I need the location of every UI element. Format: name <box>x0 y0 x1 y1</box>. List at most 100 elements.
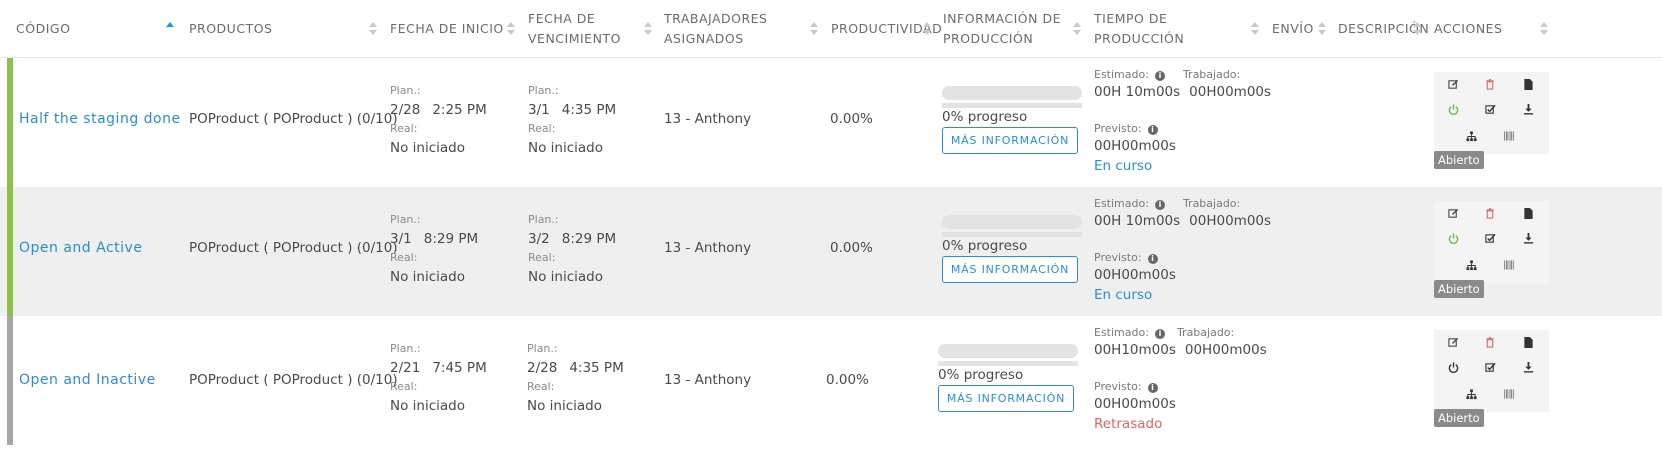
due-date-cell: Plan.: 3/1 4:35 PM Real: No iniciado <box>528 82 616 158</box>
real-label: Real: <box>390 251 418 264</box>
sort-icon[interactable] <box>810 22 819 36</box>
edit-icon[interactable] <box>1443 203 1463 223</box>
productivity-text: 0.00% <box>830 240 873 256</box>
delete-icon[interactable] <box>1480 203 1500 223</box>
column-header-workers[interactable]: TRABAJADORES ASIGNADOS <box>664 0 794 58</box>
forecast-time: 00H00m00s <box>1094 138 1176 154</box>
worked-time: 00H00m00s <box>1189 213 1272 229</box>
info-icon[interactable]: i <box>1147 254 1158 264</box>
checklist-icon[interactable] <box>1480 99 1500 119</box>
barcode-icon[interactable] <box>1499 384 1519 404</box>
order-code-link[interactable]: Half the staging done <box>19 111 181 127</box>
power-icon[interactable] <box>1443 357 1463 377</box>
workers-text: 13 - Anthony <box>664 372 752 388</box>
column-header-info[interactable]: INFORMACIÓN DE PRODUCCIÓN <box>943 0 1068 58</box>
real-label: Real: <box>528 251 556 264</box>
download-icon[interactable] <box>1518 228 1538 248</box>
due-date-cell: Plan.: 2/28 4:35 PM Real: No iniciado <box>527 340 624 416</box>
order-code-link[interactable]: Open and Inactive <box>19 372 156 388</box>
column-header-due-date[interactable]: FECHA DE VENCIMIENTO <box>528 0 646 58</box>
hierarchy-icon[interactable] <box>1461 255 1481 275</box>
barcode-icon[interactable] <box>1499 126 1519 146</box>
hierarchy-icon[interactable] <box>1461 384 1481 404</box>
column-header-products[interactable]: PRODUCTOS <box>189 0 359 58</box>
production-orders-table: CÓDIGO PRODUCTOS FECHA DE INICIO FECHA D… <box>0 0 1662 469</box>
progress-bar <box>942 86 1082 108</box>
download-icon[interactable] <box>1518 357 1538 377</box>
real-start: No iniciado <box>390 398 465 414</box>
power-icon[interactable] <box>1443 99 1463 119</box>
sort-icon[interactable] <box>369 22 378 36</box>
start-date-cell: Plan.: 2/21 7:45 PM Real: No iniciado <box>390 340 487 416</box>
progress-track-underline <box>942 232 1082 237</box>
delete-icon[interactable] <box>1480 332 1500 352</box>
checklist-icon[interactable] <box>1480 357 1500 377</box>
column-header-code[interactable]: CÓDIGO <box>16 0 166 58</box>
info-icon[interactable]: i <box>1147 383 1158 393</box>
power-icon[interactable] <box>1443 228 1463 248</box>
time-cell: Estimado: i Trabajado: 00H 10m00s 00H00m00s… <box>1094 195 1271 303</box>
planned-start: 2/21 7:45 PM <box>390 360 487 376</box>
product-text: POProduct ( POProduct ) (0/10) <box>189 372 398 388</box>
forecast-label: Previsto: <box>1094 122 1142 135</box>
sort-asc-icon[interactable] <box>166 22 175 36</box>
sort-icon[interactable] <box>1318 22 1327 36</box>
info-icon[interactable]: i <box>1147 125 1158 135</box>
progress-text: 0% progreso <box>942 109 1028 125</box>
sort-icon[interactable] <box>1251 22 1260 36</box>
column-header-productivity[interactable]: PRODUCTIVIDAD <box>831 0 942 58</box>
worked-time: 00H00m00s <box>1184 342 1267 358</box>
real-start: No iniciado <box>390 140 465 156</box>
worked-label: Trabajado: <box>1176 326 1235 339</box>
real-due: No iniciado <box>528 269 603 285</box>
real-label: Real: <box>528 122 556 135</box>
sort-icon[interactable] <box>1413 22 1422 36</box>
planned-due: 3/2 8:29 PM <box>528 231 617 247</box>
estimated-label: Estimado: <box>1094 326 1149 339</box>
file-icon[interactable] <box>1518 203 1538 223</box>
edit-icon[interactable] <box>1443 332 1463 352</box>
more-info-button[interactable]: MÁS INFORMACIÓN <box>938 385 1074 412</box>
column-header-start-date[interactable]: FECHA DE INICIO <box>390 0 508 58</box>
state-badge: Abierto <box>1434 280 1484 298</box>
sort-icon[interactable] <box>507 22 516 36</box>
status-color-bar <box>7 58 13 187</box>
hierarchy-icon[interactable] <box>1461 126 1481 146</box>
product-text: POProduct ( POProduct ) (0/10) <box>189 240 398 256</box>
worked-label: Trabajado: <box>1182 197 1241 210</box>
sort-icon[interactable] <box>644 22 653 36</box>
order-code-link[interactable]: Open and Active <box>19 240 142 256</box>
column-header-actions: ACCIONES <box>1434 21 1503 36</box>
sort-icon[interactable] <box>923 22 932 36</box>
more-info-button[interactable]: MÁS INFORMACIÓN <box>942 127 1078 154</box>
worked-time: 00H00m00s <box>1189 84 1272 100</box>
info-icon[interactable]: i <box>1154 329 1165 339</box>
table-row: Open and Inactive POProduct ( POProduct … <box>0 316 1662 445</box>
forecast-time: 00H00m00s <box>1094 396 1176 412</box>
sort-icon[interactable] <box>1540 22 1549 36</box>
plan-label: Plan.: <box>390 342 421 355</box>
file-icon[interactable] <box>1518 74 1538 94</box>
status-color-bar <box>7 187 13 316</box>
delete-icon[interactable] <box>1480 74 1500 94</box>
info-icon[interactable]: i <box>1154 200 1165 210</box>
download-icon[interactable] <box>1518 99 1538 119</box>
edit-icon[interactable] <box>1443 74 1463 94</box>
column-header-shipping[interactable]: ENVÍO <box>1272 0 1322 58</box>
progress-track-underline <box>942 103 1082 108</box>
barcode-icon[interactable] <box>1499 255 1519 275</box>
checklist-icon[interactable] <box>1480 228 1500 248</box>
actions-cell: Abierto <box>1434 201 1554 321</box>
real-label: Real: <box>390 122 418 135</box>
column-header-time[interactable]: TIEMPO DE PRODUCCIÓN <box>1094 0 1259 58</box>
worked-label: Trabajado: <box>1182 68 1241 81</box>
more-info-button[interactable]: MÁS INFORMACIÓN <box>942 256 1078 283</box>
file-icon[interactable] <box>1518 332 1538 352</box>
sort-icon[interactable] <box>1073 22 1082 36</box>
time-cell: Estimado: i Trabajado: 00H10m00s 00H00m00s … <box>1094 324 1267 432</box>
estimated-time: 00H 10m00s <box>1094 213 1181 229</box>
info-icon[interactable]: i <box>1154 71 1165 81</box>
estimated-time: 00H10m00s <box>1094 342 1176 358</box>
plan-label: Plan.: <box>528 84 559 97</box>
plan-label: Plan.: <box>390 213 421 226</box>
